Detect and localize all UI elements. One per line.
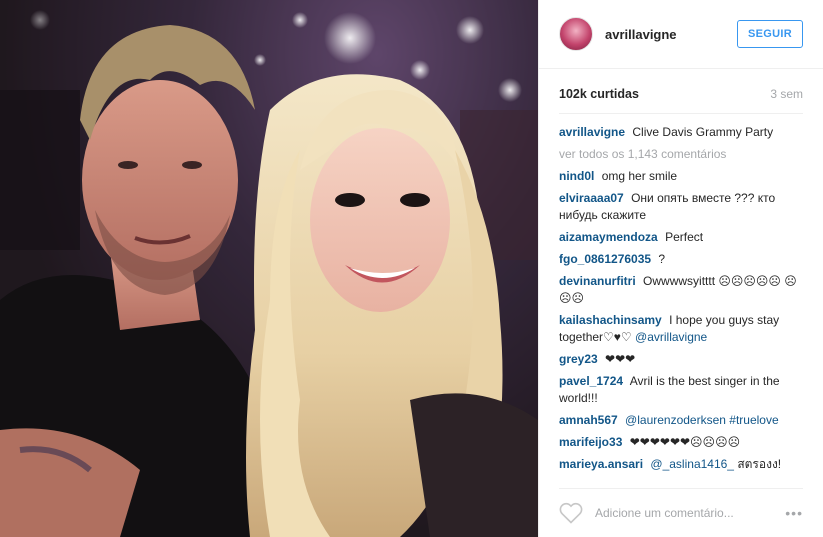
view-all-comments-link[interactable]: ver todos os 1,143 comentários xyxy=(559,146,803,163)
post-time[interactable]: 3 sem xyxy=(770,87,803,101)
list-item: elviraaaa07 Они опять вместе ??? кто ниб… xyxy=(559,190,803,224)
post-header: avrillavigne SEGUIR xyxy=(539,0,823,69)
list-item: devinanurfitri Owwwwsyitttt ☹☹☹☹☹ ☹☹☹ xyxy=(559,273,803,307)
username-link[interactable]: avrillavigne xyxy=(605,27,737,42)
post-details-panel: avrillavigne SEGUIR 102k curtidas 3 sem … xyxy=(538,0,823,537)
more-options-icon[interactable]: ••• xyxy=(785,505,803,521)
photo-illustration xyxy=(0,0,538,537)
comment-text: Perfect xyxy=(665,230,704,244)
comment-mention[interactable]: @laurenzoderksen #truelove xyxy=(625,413,779,427)
list-item: marieya.ansari @_aslina1416_ สตรองง! xyxy=(559,456,803,473)
caption: avrillavigne Clive Davis Grammy Party xyxy=(559,124,803,141)
comment-mention[interactable]: @_aslina1416_ xyxy=(650,457,734,471)
comment-text: ❤❤❤ xyxy=(605,352,636,366)
list-item: amnah567 @laurenzoderksen #truelove xyxy=(559,412,803,429)
comment-text: ❤❤❤❤❤❤☹☹☹☹ xyxy=(629,435,741,449)
comment-username[interactable]: kailashachinsamy xyxy=(559,313,662,327)
post-stats: 102k curtidas 3 sem xyxy=(559,69,803,114)
post-view: avrillavigne SEGUIR 102k curtidas 3 sem … xyxy=(0,0,823,537)
post-photo[interactable] xyxy=(0,0,538,537)
comment-text: omg her smile xyxy=(601,169,678,183)
follow-button[interactable]: SEGUIR xyxy=(737,20,803,48)
comment-username[interactable]: grey23 xyxy=(559,352,598,366)
comment-text: ? xyxy=(658,252,666,266)
list-item: nind0l omg her smile xyxy=(559,168,803,185)
comments-list: avrillavigne Clive Davis Grammy Party ve… xyxy=(539,114,823,488)
list-item: aizamaymendoza Perfect xyxy=(559,229,803,246)
add-comment-input[interactable] xyxy=(595,506,786,520)
comment-username[interactable]: nind0l xyxy=(559,169,594,183)
caption-username[interactable]: avrillavigne xyxy=(559,125,625,139)
caption-text: Clive Davis Grammy Party xyxy=(632,125,774,139)
comment-username[interactable]: marieya.ansari xyxy=(559,457,643,471)
comment-username[interactable]: elviraaaa07 xyxy=(559,191,624,205)
likes-count[interactable]: 102k curtidas xyxy=(559,87,639,101)
comment-username[interactable]: amnah567 xyxy=(559,413,618,427)
comment-text: สตรองง! xyxy=(733,457,782,471)
avatar[interactable] xyxy=(559,17,593,51)
list-item: grey23 ❤❤❤ xyxy=(559,351,803,368)
heart-icon[interactable] xyxy=(559,502,583,524)
list-item: kailashachinsamy I hope you guys stay to… xyxy=(559,312,803,346)
comment-mention[interactable]: @avrillavigne xyxy=(635,330,707,344)
comment-username[interactable]: fgo_0861276035 xyxy=(559,252,651,266)
comment-username[interactable]: marifeijo33 xyxy=(559,435,622,449)
comment-username[interactable]: devinanurfitri xyxy=(559,274,636,288)
comment-footer: ••• xyxy=(559,488,803,537)
list-item: fgo_0861276035 ? xyxy=(559,251,803,268)
list-item: pavel_1724 Avril is the best singer in t… xyxy=(559,373,803,407)
comment-username[interactable]: pavel_1724 xyxy=(559,374,623,388)
list-item: marifeijo33 ❤❤❤❤❤❤☹☹☹☹ xyxy=(559,434,803,451)
comment-username[interactable]: aizamaymendoza xyxy=(559,230,658,244)
